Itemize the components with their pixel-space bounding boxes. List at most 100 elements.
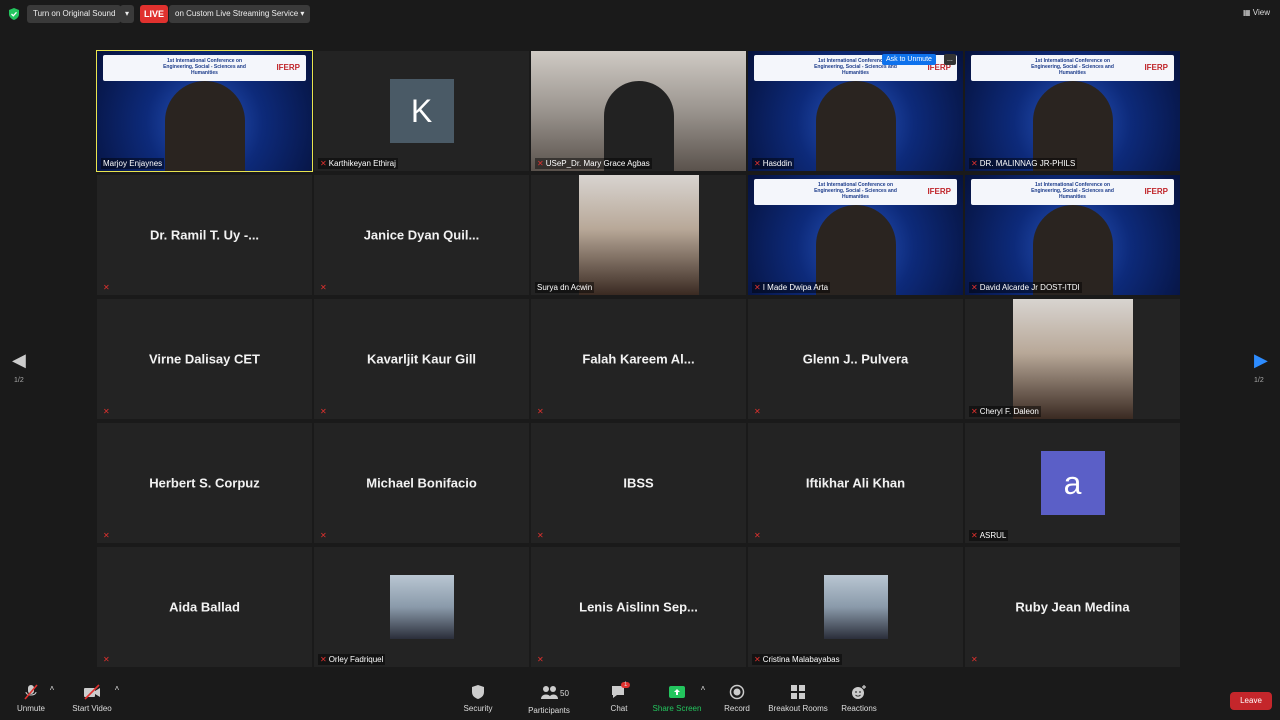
audio-options-chevron-icon[interactable]: ˄: [47, 684, 57, 693]
participant-tile[interactable]: Falah Kareem Al... ✕: [531, 299, 746, 419]
sound-dropdown-chevron-icon[interactable]: ▾: [120, 5, 134, 23]
participant-label: ✕ I Made Dwipa Arta: [752, 282, 831, 293]
participant-label: ✕ Cheryl F. Daleon: [969, 406, 1041, 417]
participant-tile[interactable]: Herbert S. Corpuz ✕: [97, 423, 312, 543]
muted-mic-icon: ✕: [754, 159, 761, 168]
live-streaming-dropdown[interactable]: on Custom Live Streaming Service ▾: [169, 5, 311, 23]
video-off-icon: [84, 684, 100, 700]
participant-tile[interactable]: IBSS ✕: [531, 423, 746, 543]
breakout-rooms-icon: [791, 685, 805, 699]
share-screen-button[interactable]: Share Screen: [652, 684, 702, 713]
breakout-rooms-label: Breakout Rooms: [768, 704, 828, 713]
muted-mic-icon: ✕: [754, 283, 761, 292]
security-shield-icon: [472, 685, 484, 699]
participant-label-text: Hasddin: [762, 159, 793, 168]
muted-mic-icon: ✕: [537, 655, 544, 664]
muted-mic-icon: ✕: [103, 655, 110, 664]
live-badge[interactable]: LIVE: [140, 5, 168, 23]
view-button[interactable]: ▦ View: [1243, 8, 1270, 17]
participant-tile[interactable]: ✕ USeP_Dr. Mary Grace Agbas: [531, 51, 746, 171]
participant-label: ✕: [318, 282, 329, 293]
view-label: View: [1252, 8, 1270, 17]
participant-tile[interactable]: 1st International Conference on Engineer…: [965, 175, 1180, 295]
muted-mic-icon: ✕: [537, 159, 544, 168]
muted-mic-icon: ✕: [103, 407, 110, 416]
participant-tile[interactable]: 1st International Conference on Engineer…: [748, 175, 963, 295]
leave-button[interactable]: Leave: [1230, 692, 1272, 710]
participant-tile[interactable]: Ruby Jean Medina ✕: [965, 547, 1180, 667]
participant-tile[interactable]: a ✕ ASRUL: [965, 423, 1180, 543]
start-video-button[interactable]: Start Video: [70, 684, 114, 713]
meeting-toolbar: Unmute ˄ Start Video ˄ Security 50 Parti…: [0, 680, 1280, 720]
video-options-chevron-icon[interactable]: ˄: [112, 684, 122, 693]
participant-label-text: Surya dn Acwin: [537, 283, 593, 292]
participant-label: Marjoy Enjaynes: [101, 158, 165, 169]
participant-tile[interactable]: Michael Bonifacio ✕: [314, 423, 529, 543]
muted-mic-icon: ✕: [320, 159, 327, 168]
participant-label: ✕: [752, 530, 763, 541]
participant-tile[interactable]: K ✕ Karthikeyan Ethiraj: [314, 51, 529, 171]
participant-label: ✕: [101, 530, 112, 541]
participant-tile[interactable]: 1st International Conference on Engineer…: [965, 51, 1180, 171]
muted-mic-icon: ✕: [537, 531, 544, 540]
participant-name: Michael Bonifacio: [366, 475, 477, 491]
participant-label: Surya dn Acwin: [535, 282, 595, 293]
reactions-button[interactable]: Reactions: [840, 684, 878, 713]
muted-mic-icon: [24, 684, 38, 700]
participant-tile[interactable]: ✕ Orley Fadriquel: [314, 547, 529, 667]
participant-tile[interactable]: 1st International Conference on Engineer…: [96, 50, 313, 172]
participant-tile[interactable]: ✕ Cheryl F. Daleon: [965, 299, 1180, 419]
participant-name: Glenn J.. Pulvera: [802, 351, 909, 367]
participant-tile[interactable]: Virne Dalisay CET ✕: [97, 299, 312, 419]
unmute-button[interactable]: Unmute: [14, 684, 48, 713]
participant-photo: [1012, 299, 1133, 419]
participant-label-text: DR. MALINNAG JR-PHILS: [979, 159, 1076, 168]
muted-mic-icon: ✕: [103, 531, 110, 540]
participant-label-text: David Alcarde Jr DOST-ITDI: [979, 283, 1080, 292]
iferp-logo: IFERP: [1144, 63, 1168, 72]
participant-tile[interactable]: Glenn J.. Pulvera ✕: [748, 299, 963, 419]
participant-tile[interactable]: Iftikhar Ali Khan ✕: [748, 423, 963, 543]
participant-label-text: I Made Dwipa Arta: [762, 283, 829, 292]
participant-tile[interactable]: 1st International Conference on Engineer…: [748, 51, 963, 171]
participant-name: Falah Kareem Al...: [582, 351, 695, 367]
participant-tile[interactable]: Surya dn Acwin: [531, 175, 746, 295]
participant-label-text: USeP_Dr. Mary Grace Agbas: [545, 159, 650, 168]
participants-button[interactable]: 50 Participants: [526, 684, 572, 715]
conference-title: 1st International Conference on Engineer…: [1031, 58, 1114, 76]
conference-title: 1st International Conference on Engineer…: [1031, 182, 1114, 200]
participant-tile[interactable]: Aida Ballad ✕: [97, 547, 312, 667]
original-sound-button[interactable]: Turn on Original Sound: [27, 5, 122, 23]
participant-label: ✕ Orley Fadriquel: [318, 654, 386, 665]
participant-tile[interactable]: Kavarljit Kaur Gill ✕: [314, 299, 529, 419]
muted-mic-icon: ✕: [971, 283, 978, 292]
muted-mic-icon: ✕: [971, 655, 978, 664]
participant-tile[interactable]: Dr. Ramil T. Uy -... ✕: [97, 175, 312, 295]
shield-check-icon[interactable]: [8, 8, 20, 20]
participant-label-text: Karthikeyan Ethiraj: [328, 159, 396, 168]
participant-tile[interactable]: Lenis Aislinn Sep... ✕: [531, 547, 746, 667]
ask-to-unmute-button[interactable]: Ask to Unmute: [882, 54, 936, 65]
page-indicator-left: 1/2: [14, 377, 24, 384]
muted-mic-icon: ✕: [754, 407, 761, 416]
next-page-arrow-icon[interactable]: ▶: [1254, 350, 1268, 371]
security-button[interactable]: Security: [460, 684, 496, 713]
participant-label: ✕ David Alcarde Jr DOST-ITDI: [969, 282, 1082, 293]
avatar-letter: a: [1063, 464, 1082, 501]
conference-title: 1st International Conference on Engineer…: [814, 182, 897, 200]
muted-mic-icon: ✕: [971, 531, 978, 540]
participant-tile[interactable]: ✕ Cristina Malabayabas: [748, 547, 963, 667]
participant-tile[interactable]: Janice Dyan Quil... ✕: [314, 175, 529, 295]
muted-mic-icon: ✕: [320, 283, 327, 292]
share-options-chevron-icon[interactable]: ˄: [698, 684, 708, 693]
participant-name: Virne Dalisay CET: [148, 351, 261, 367]
participant-name: Ruby Jean Medina: [1015, 599, 1130, 615]
previous-page-arrow-icon[interactable]: ◀: [12, 350, 26, 371]
page-indicator-right: 1/2: [1254, 377, 1264, 384]
participant-label: ✕ DR. MALINNAG JR-PHILS: [969, 158, 1078, 169]
chat-button[interactable]: 1 Chat: [604, 682, 634, 713]
breakout-rooms-button[interactable]: Breakout Rooms: [767, 684, 829, 713]
record-button[interactable]: Record: [722, 684, 752, 713]
participant-avatar: a: [1040, 451, 1105, 515]
more-options-button[interactable]: ...: [944, 54, 956, 65]
